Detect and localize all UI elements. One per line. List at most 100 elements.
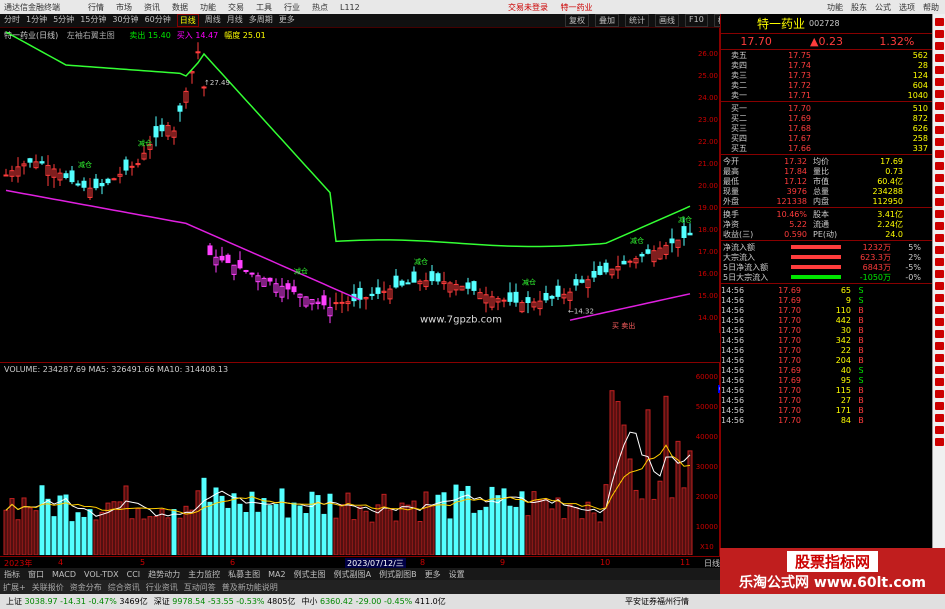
indicator-tab-11[interactable]: 例式副图B: [379, 569, 417, 580]
side-tool-icon[interactable]: [935, 150, 944, 158]
side-tool-icon[interactable]: [935, 222, 944, 230]
side-tool-icon[interactable]: [935, 246, 944, 254]
title-menu-1[interactable]: 股东: [851, 2, 867, 13]
side-tool-icon[interactable]: [935, 414, 944, 422]
side-tool-icon[interactable]: [935, 354, 944, 362]
side-tool-icon[interactable]: [935, 186, 944, 194]
indicator-tab-5[interactable]: 趋势动力: [148, 569, 180, 580]
timeframe-9[interactable]: 多周期: [249, 14, 273, 27]
bid-row[interactable]: 买一 17.70 510: [721, 103, 932, 113]
bid-row[interactable]: 买五 17.66 337: [721, 143, 932, 153]
timeframe-6[interactable]: 日线: [176, 14, 199, 27]
trade-status[interactable]: 交易未登录: [508, 3, 548, 12]
side-tool-icon[interactable]: [935, 66, 944, 74]
side-tool-icon[interactable]: [935, 162, 944, 170]
side-tool-icon[interactable]: [935, 198, 944, 206]
tool-button-1[interactable]: 叠加: [595, 14, 619, 27]
side-tool-icon[interactable]: [935, 294, 944, 302]
index-quote[interactable]: 上证 3038.97 -14.31 -0.47% 3469亿: [6, 596, 148, 607]
side-tool-icon[interactable]: [935, 270, 944, 278]
info-tab-4[interactable]: 行业资讯: [146, 582, 178, 593]
volume-chart[interactable]: VOLUME: 234287.69 MA5: 326491.66 MA10: 3…: [0, 362, 743, 568]
indicator-tab-13[interactable]: 设置: [449, 569, 465, 580]
indicator-tab-6[interactable]: 主力监控: [188, 569, 220, 580]
side-tool-icon[interactable]: [935, 282, 944, 290]
timeframe-10[interactable]: 更多: [279, 14, 295, 27]
info-tab-0[interactable]: 扩展+: [3, 582, 26, 593]
timeframe-8[interactable]: 月线: [227, 14, 243, 27]
bid-row[interactable]: 买三 17.68 626: [721, 123, 932, 133]
side-tool-icon[interactable]: [935, 258, 944, 266]
info-tab-2[interactable]: 资金分布: [70, 582, 102, 593]
indicator-tab-3[interactable]: VOL-TDX: [84, 570, 119, 579]
side-tool-icon[interactable]: [935, 126, 944, 134]
menu-item-7[interactable]: 行业: [284, 3, 300, 12]
side-tool-icon[interactable]: [935, 330, 944, 338]
side-tool-icon[interactable]: [935, 306, 944, 314]
menu-item-4[interactable]: 功能: [200, 3, 216, 12]
indicator-tab-10[interactable]: 例式副图A: [334, 569, 371, 580]
side-tool-icon[interactable]: [935, 174, 944, 182]
side-tool-icon[interactable]: [935, 366, 944, 374]
side-tool-icon[interactable]: [935, 30, 944, 38]
info-tab-3[interactable]: 综合资讯: [108, 582, 140, 593]
bid-row[interactable]: 买四 17.67 258: [721, 133, 932, 143]
tool-button-0[interactable]: 复权: [565, 14, 589, 27]
side-tool-icon[interactable]: [935, 234, 944, 242]
side-tool-icon[interactable]: [935, 438, 944, 446]
indicator-tab-9[interactable]: 例式主图: [294, 569, 326, 580]
indicator-tab-12[interactable]: 更多: [425, 569, 441, 580]
ask-row[interactable]: 卖二 17.72 604: [721, 80, 932, 90]
menu-item-1[interactable]: 市场: [116, 3, 132, 12]
timeframe-2[interactable]: 5分钟: [53, 14, 74, 27]
menu-item-0[interactable]: 行情: [88, 3, 104, 12]
indicator-tab-2[interactable]: MACD: [52, 570, 76, 579]
tool-button-3[interactable]: 画线: [655, 14, 679, 27]
menu-item-5[interactable]: 交易: [228, 3, 244, 12]
indicator-tab-1[interactable]: 窗口: [28, 569, 44, 580]
side-tool-icon[interactable]: [935, 378, 944, 386]
price-chart[interactable]: 特一药业(日线) 左袖右翼主图 卖出 15.40 买入 14.47 幅度 25.01…: [0, 28, 720, 333]
timeframe-0[interactable]: 分时: [4, 14, 20, 27]
side-tool-icon[interactable]: [935, 342, 944, 350]
info-tab-5[interactable]: 互动问答: [184, 582, 216, 593]
timeframe-4[interactable]: 30分钟: [112, 14, 138, 27]
menu-item-9[interactable]: L112: [340, 3, 360, 12]
tool-button-4[interactable]: F10: [685, 14, 708, 27]
timeframe-7[interactable]: 周线: [205, 14, 221, 27]
side-tool-icon[interactable]: [935, 402, 944, 410]
info-tab-6[interactable]: 普及新功能说明: [222, 582, 278, 593]
timeframe-3[interactable]: 15分钟: [80, 14, 106, 27]
side-tool-icon[interactable]: [935, 318, 944, 326]
side-tool-icon[interactable]: [935, 426, 944, 434]
tool-button-2[interactable]: 统计: [625, 14, 649, 27]
title-menu-3[interactable]: 选项: [899, 2, 915, 13]
indicator-tab-0[interactable]: 指标: [4, 569, 20, 580]
indicator-tab-4[interactable]: CCI: [127, 570, 141, 579]
side-tool-icon[interactable]: [935, 78, 944, 86]
side-tool-icon[interactable]: [935, 390, 944, 398]
timeframe-5[interactable]: 60分钟: [145, 14, 171, 27]
side-tool-icon[interactable]: [935, 114, 944, 122]
side-tool-icon[interactable]: [935, 138, 944, 146]
ask-row[interactable]: 卖五 17.75 562: [721, 50, 932, 60]
ask-row[interactable]: 卖一 17.71 1040: [721, 90, 932, 100]
title-menu-0[interactable]: 功能: [827, 2, 843, 13]
ask-row[interactable]: 卖三 17.73 124: [721, 70, 932, 80]
title-menu-4[interactable]: 帮助: [923, 2, 939, 13]
indicator-tab-7[interactable]: 私募主图: [228, 569, 260, 580]
ask-row[interactable]: 卖四 17.74 28: [721, 60, 932, 70]
side-tool-icon[interactable]: [935, 90, 944, 98]
side-tool-icon[interactable]: [935, 42, 944, 50]
side-tool-icon[interactable]: [935, 210, 944, 218]
menu-item-2[interactable]: 资讯: [144, 3, 160, 12]
side-tool-icon[interactable]: [935, 54, 944, 62]
menu-item-6[interactable]: 工具: [256, 3, 272, 12]
menu-item-8[interactable]: 热点: [312, 3, 328, 12]
info-tab-1[interactable]: 关联报价: [32, 582, 64, 593]
bid-row[interactable]: 买二 17.69 872: [721, 113, 932, 123]
menu-item-3[interactable]: 数据: [172, 3, 188, 12]
index-quote[interactable]: 深证 9978.54 -53.55 -0.53% 4805亿: [154, 596, 296, 607]
side-tool-icon[interactable]: [935, 18, 944, 26]
indicator-tab-8[interactable]: MA2: [268, 570, 285, 579]
